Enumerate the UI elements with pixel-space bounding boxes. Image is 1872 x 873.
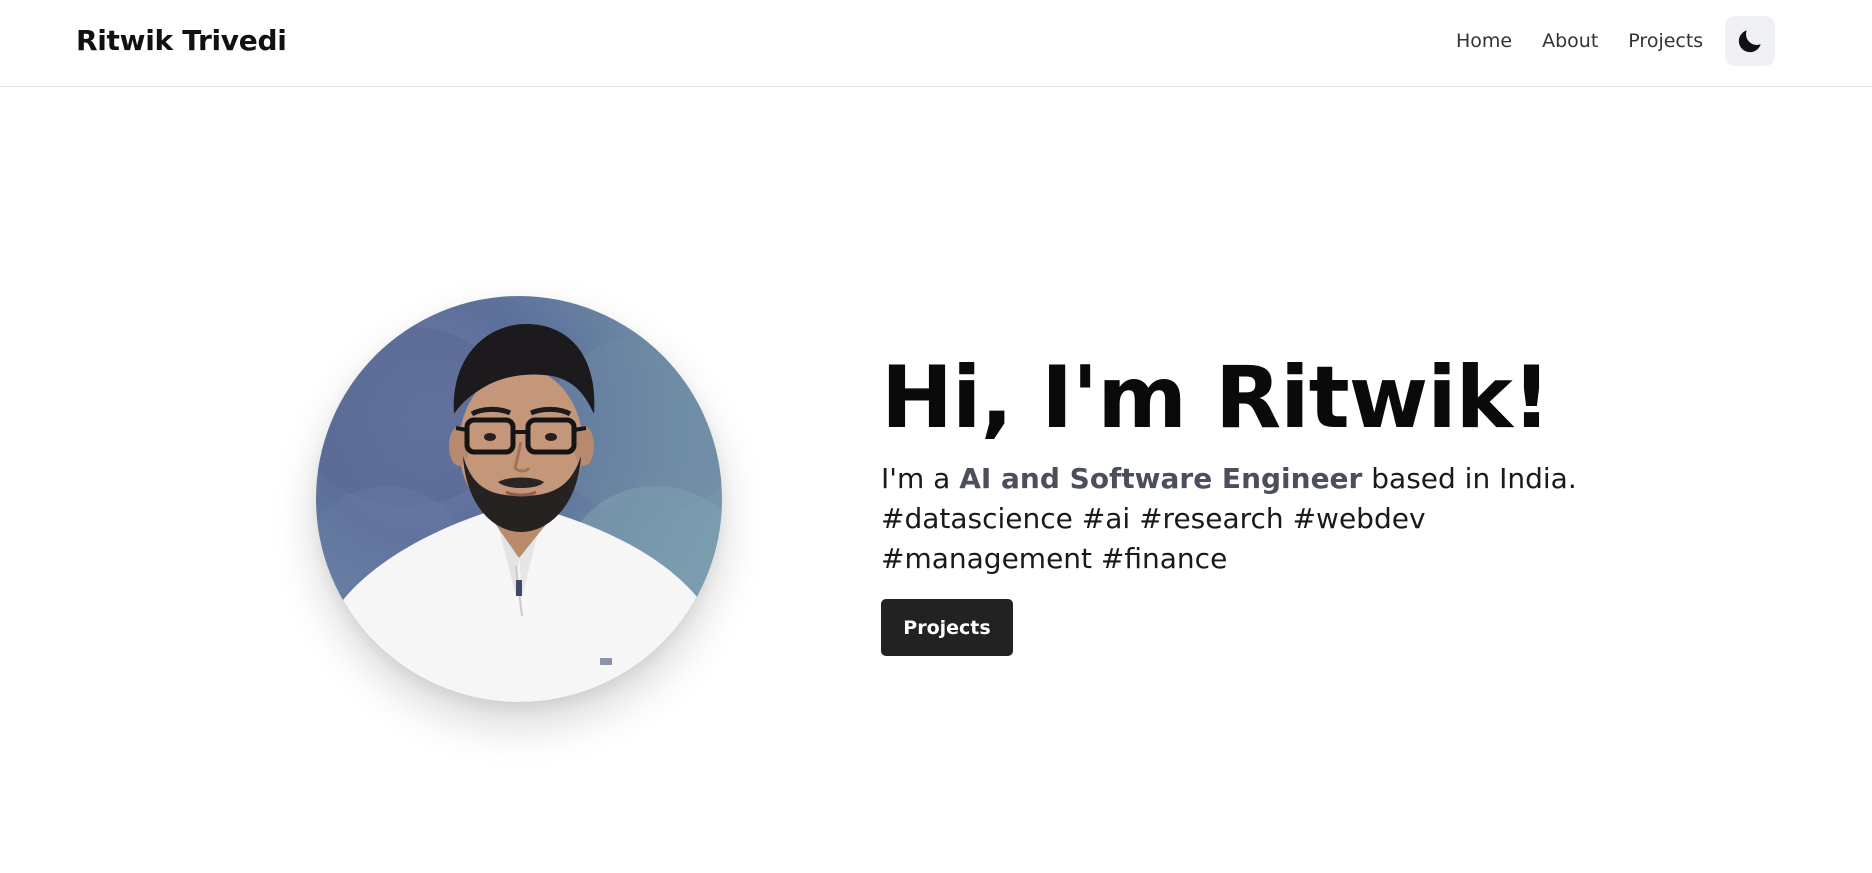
nav-about-link[interactable]: About <box>1542 30 1598 52</box>
role-highlight: AI and Software Engineer <box>959 462 1363 496</box>
hero-text: Hi, I'm Ritwik! I'm a AI and Software En… <box>881 348 1681 657</box>
hashtags-line-1: #datascience #ai #research #webdev <box>881 502 1426 536</box>
site-brand[interactable]: Ritwik Trivedi <box>76 24 287 57</box>
desc-suffix: based in India. <box>1362 462 1577 496</box>
nav-projects-link[interactable]: Projects <box>1628 30 1703 52</box>
moon-icon <box>1738 30 1761 53</box>
nav-home-link[interactable]: Home <box>1456 30 1512 52</box>
hero-title: Hi, I'm Ritwik! <box>881 348 1551 448</box>
portrait-illustration <box>316 324 722 702</box>
nav-links: Home About Projects <box>1456 30 1703 52</box>
projects-button[interactable]: Projects <box>881 599 1013 657</box>
hero-description: I'm a AI and Software Engineer based in … <box>881 459 1581 579</box>
hashtags-line-2: #management #finance <box>881 542 1228 576</box>
desc-prefix: I'm a <box>881 462 960 496</box>
theme-toggle-button[interactable] <box>1725 16 1775 66</box>
profile-photo <box>316 296 722 702</box>
navbar: Ritwik Trivedi Home About Projects <box>0 0 1872 87</box>
